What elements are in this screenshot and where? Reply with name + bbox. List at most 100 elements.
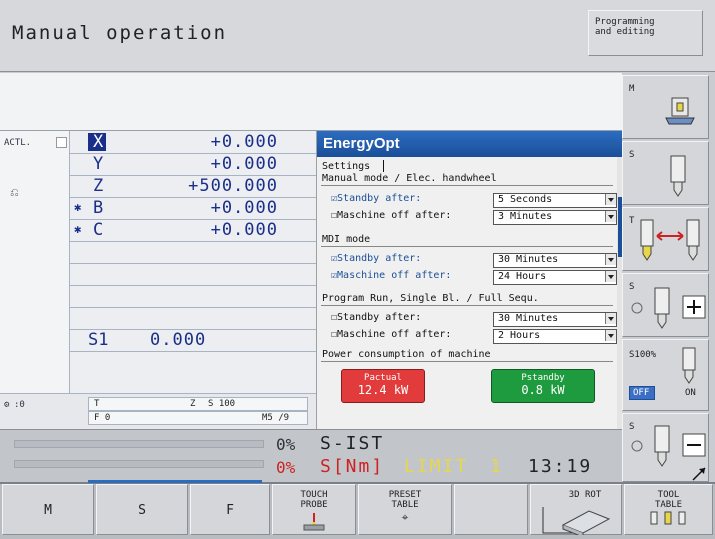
vsk-s100-toggle[interactable]: S100% OFF ON bbox=[622, 339, 709, 411]
spindle-minus-icon bbox=[631, 425, 706, 467]
3d-rotation-icon bbox=[542, 507, 611, 535]
softkey-bar: M S F TOUCH PROBE PRESET TABLE ⌖ 3D ROT … bbox=[0, 480, 715, 539]
actl-label: ACTL. bbox=[4, 138, 32, 148]
mdi-standby-select[interactable]: 30 Minutes bbox=[493, 253, 617, 268]
axis-row-x: X +0.000 bbox=[70, 131, 316, 154]
vsk-m[interactable]: M bbox=[622, 75, 709, 139]
p-standby-value: 0.8 kW bbox=[521, 383, 565, 397]
dropdown-arrow-icon[interactable] bbox=[605, 194, 616, 205]
touch-probe-line-2: PROBE bbox=[300, 500, 328, 510]
axis-c-value: +0.000 bbox=[210, 220, 278, 240]
snm-label: S[Nm] bbox=[320, 456, 385, 477]
section-divider bbox=[321, 246, 613, 247]
actl-box bbox=[56, 137, 67, 148]
dropdown-arrow-icon[interactable] bbox=[605, 330, 616, 341]
vsk-m-label: M bbox=[629, 84, 635, 94]
manual-off-row[interactable]: ☐Maschine off after: bbox=[331, 210, 451, 221]
status-m-label: M5 /9 bbox=[262, 413, 290, 423]
program-off-select[interactable]: 2 Hours bbox=[493, 329, 617, 344]
status-f-label: F 0 bbox=[94, 413, 111, 423]
dropdown-arrow-icon[interactable] bbox=[605, 271, 616, 282]
off-button[interactable]: OFF bbox=[629, 386, 655, 400]
mdi-standby-row[interactable]: ☑Standby after: bbox=[331, 253, 421, 264]
m-function-icon bbox=[665, 97, 695, 125]
select-value: 30 Minutes bbox=[498, 254, 559, 265]
axis-z-value: +500.000 bbox=[188, 176, 278, 196]
position-display: ACTL. ⎌ X +0.000 Y +0.000 Z +500.000 ✱ B… bbox=[0, 131, 316, 429]
vsk-s-plus[interactable]: S bbox=[622, 273, 709, 337]
mdi-off-row[interactable]: ☑Maschine off after: bbox=[331, 270, 451, 281]
section-divider bbox=[321, 185, 613, 186]
vsk-t-arrow[interactable]: T bbox=[622, 207, 709, 271]
program-standby-row[interactable]: ☐Standby after: bbox=[331, 312, 421, 323]
energyopt-title-bar: EnergyOpt bbox=[317, 131, 623, 157]
text-cursor bbox=[383, 160, 384, 172]
touch-probe-line-1: TOUCH bbox=[300, 490, 328, 500]
dropdown-arrow-icon[interactable] bbox=[605, 254, 616, 265]
dropdown-arrow-icon[interactable] bbox=[605, 211, 616, 222]
status-z-label: Z bbox=[190, 399, 196, 409]
p-standby-label: Pstandby bbox=[521, 373, 565, 383]
axis-y-label: Y bbox=[93, 154, 104, 174]
off-label: OFF bbox=[633, 388, 650, 398]
vsk-s[interactable]: S bbox=[622, 141, 709, 205]
softkey-touch-probe[interactable]: TOUCH PROBE bbox=[272, 484, 356, 535]
tool-ref-icon: ⎌ bbox=[10, 186, 19, 199]
mdi-off-select[interactable]: 24 Hours bbox=[493, 270, 617, 285]
limit-label: LIMIT bbox=[404, 456, 469, 477]
status-s-label: S 100 bbox=[208, 399, 236, 409]
softkey-tool-table[interactable]: TOOL TABLE bbox=[624, 484, 713, 535]
spindle-override-icon bbox=[682, 347, 696, 384]
axis-z-label: Z bbox=[93, 176, 104, 196]
section-divider bbox=[321, 361, 613, 362]
mode-line-2: and editing bbox=[595, 27, 655, 37]
p-actual-box: Pactual 12.4 kW bbox=[341, 369, 425, 403]
empty-row bbox=[70, 285, 316, 308]
load-bar-2 bbox=[14, 460, 264, 468]
spindle-row: S1 0.000 bbox=[70, 329, 316, 352]
axis-x-value: +0.000 bbox=[210, 132, 278, 152]
p-standby-box: Pstandby 0.8 kW bbox=[491, 369, 595, 403]
row-label: Standby after: bbox=[337, 193, 422, 204]
dropdown-arrow-icon[interactable] bbox=[605, 313, 616, 324]
softkey-preset-table[interactable]: PRESET TABLE ⌖ bbox=[358, 484, 452, 535]
tool-number-icon: ⚙ bbox=[4, 400, 10, 410]
empty-row bbox=[70, 263, 316, 286]
select-value: 24 Hours bbox=[498, 271, 547, 282]
sist-label: S-IST bbox=[320, 433, 385, 454]
softkey-m[interactable]: M bbox=[2, 484, 94, 535]
manual-standby-select[interactable]: 5 Seconds bbox=[493, 193, 617, 208]
program-off-row[interactable]: ☐Maschine off after: bbox=[331, 329, 451, 340]
vsk-s-minus[interactable]: S bbox=[622, 413, 709, 482]
status-t-label: T bbox=[94, 399, 100, 409]
snm-percent: 0% bbox=[276, 458, 296, 477]
vertical-softkey-column: M S T S S100% OFF ON S bbox=[622, 73, 715, 482]
energyopt-title: EnergyOpt bbox=[323, 135, 400, 152]
softkey-s[interactable]: S bbox=[96, 484, 188, 535]
manual-off-select[interactable]: 3 Minutes bbox=[493, 210, 617, 225]
select-value: 30 Minutes bbox=[498, 313, 559, 324]
select-value: 3 Minutes bbox=[498, 211, 553, 222]
spindle-value: 0.000 bbox=[150, 330, 207, 350]
spindle-label: S1 bbox=[88, 330, 109, 350]
axis-c-marker: ✱ bbox=[74, 222, 82, 236]
clock: 13:19 bbox=[528, 456, 593, 477]
manual-standby-row[interactable]: ☑Standby after: bbox=[331, 193, 421, 204]
row-label: Standby after: bbox=[337, 312, 422, 323]
row-label: Maschine off after: bbox=[337, 329, 452, 340]
axis-row-y: Y +0.000 bbox=[70, 153, 316, 176]
softkey-f[interactable]: F bbox=[190, 484, 270, 535]
softkey-3d-rot[interactable]: 3D ROT bbox=[530, 484, 622, 535]
touch-probe-icon bbox=[303, 513, 325, 531]
sist-percent: 0% bbox=[276, 435, 296, 454]
axis-row-z: Z +500.000 bbox=[70, 175, 316, 198]
mode-programming-editing[interactable]: Programming and editing bbox=[588, 10, 703, 56]
section-divider bbox=[321, 305, 613, 306]
empty-row bbox=[70, 241, 316, 264]
header-bar: Manual operation Programming and editing bbox=[0, 0, 715, 72]
axis-row-b: ✱ B +0.000 bbox=[70, 197, 316, 220]
softkey-empty[interactable] bbox=[454, 484, 528, 535]
program-standby-select[interactable]: 30 Minutes bbox=[493, 312, 617, 327]
section-heading-program-run: Program Run, Single Bl. / Full Sequ. bbox=[322, 293, 539, 304]
vsk-t-label: T bbox=[629, 216, 635, 226]
